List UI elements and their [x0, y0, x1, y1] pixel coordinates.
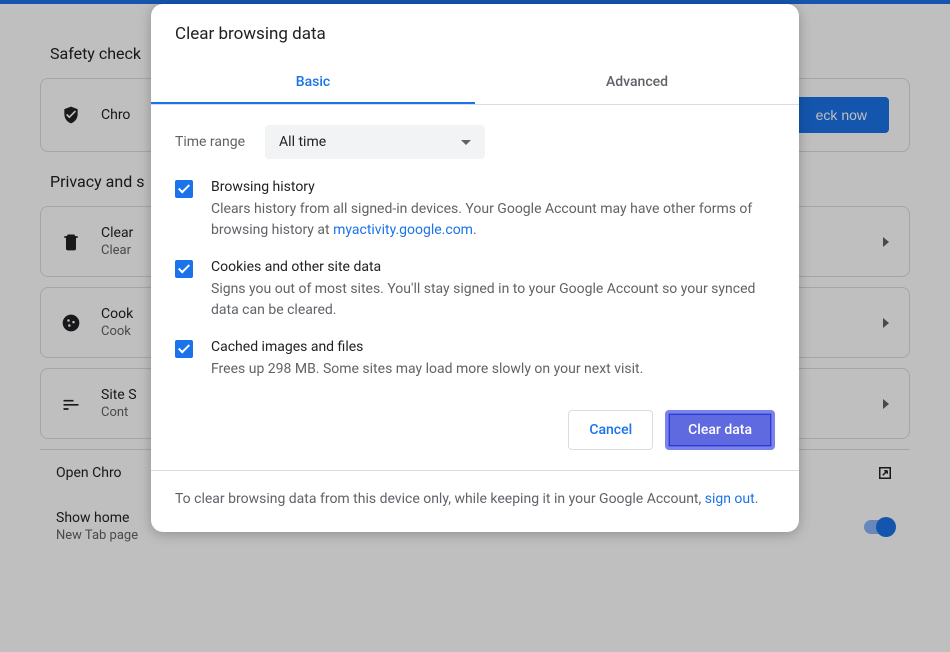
- row-sub: Cont: [101, 405, 137, 420]
- open-chrome-label: Open Chro: [56, 465, 122, 481]
- time-range-value: All time: [279, 134, 326, 150]
- myactivity-link[interactable]: myactivity.google.com: [333, 222, 473, 238]
- option-title: Cached images and files: [211, 339, 643, 355]
- tab-bar: Basic Advanced: [151, 62, 799, 105]
- checkbox-cache[interactable]: [175, 340, 193, 358]
- chevron-right-icon: [883, 237, 889, 247]
- chevron-right-icon: [883, 399, 889, 409]
- option-browsing-history: Browsing history Clears history from all…: [151, 173, 799, 253]
- chevron-down-icon: [461, 140, 471, 145]
- time-range-label: Time range: [175, 134, 245, 150]
- row-sub: Clear: [101, 243, 133, 258]
- checkbox-cookies[interactable]: [175, 260, 193, 278]
- option-title: Browsing history: [211, 179, 775, 195]
- chevron-right-icon: [883, 318, 889, 328]
- open-external-icon: [876, 464, 894, 482]
- sign-out-link[interactable]: sign out: [705, 491, 755, 507]
- option-desc: Signs you out of most sites. You'll stay…: [211, 279, 775, 321]
- option-desc: Clears history from all signed-in device…: [211, 199, 775, 241]
- safety-check-text: Chro: [101, 107, 130, 123]
- row-title: Clear: [101, 225, 133, 241]
- dialog-title: Clear browsing data: [151, 4, 799, 62]
- tab-basic[interactable]: Basic: [151, 62, 475, 104]
- row-title: Cook: [101, 306, 133, 322]
- cookie-icon: [61, 313, 81, 333]
- option-title: Cookies and other site data: [211, 259, 775, 275]
- shield-icon: [61, 105, 81, 125]
- show-home-toggle[interactable]: [864, 520, 894, 534]
- option-desc: Frees up 298 MB. Some sites may load mor…: [211, 359, 643, 380]
- option-cache: Cached images and files Frees up 298 MB.…: [151, 333, 799, 392]
- clear-browsing-data-dialog: Clear browsing data Basic Advanced Time …: [151, 4, 799, 532]
- footer-note: To clear browsing data from this device …: [151, 470, 799, 532]
- checkbox-browsing-history[interactable]: [175, 180, 193, 198]
- show-home-label: Show home: [56, 510, 138, 526]
- tune-icon: [61, 394, 81, 414]
- option-cookies: Cookies and other site data Signs you ou…: [151, 253, 799, 333]
- cancel-button[interactable]: Cancel: [568, 410, 653, 450]
- tab-advanced[interactable]: Advanced: [475, 62, 799, 104]
- clear-data-button[interactable]: Clear data: [665, 410, 775, 450]
- trash-icon: [61, 232, 81, 252]
- row-sub: Cook: [101, 324, 133, 339]
- time-range-dropdown[interactable]: All time: [265, 125, 485, 159]
- check-now-button[interactable]: eck now: [794, 97, 889, 133]
- row-title: Site S: [101, 387, 137, 403]
- new-tab-label: New Tab page: [56, 528, 138, 543]
